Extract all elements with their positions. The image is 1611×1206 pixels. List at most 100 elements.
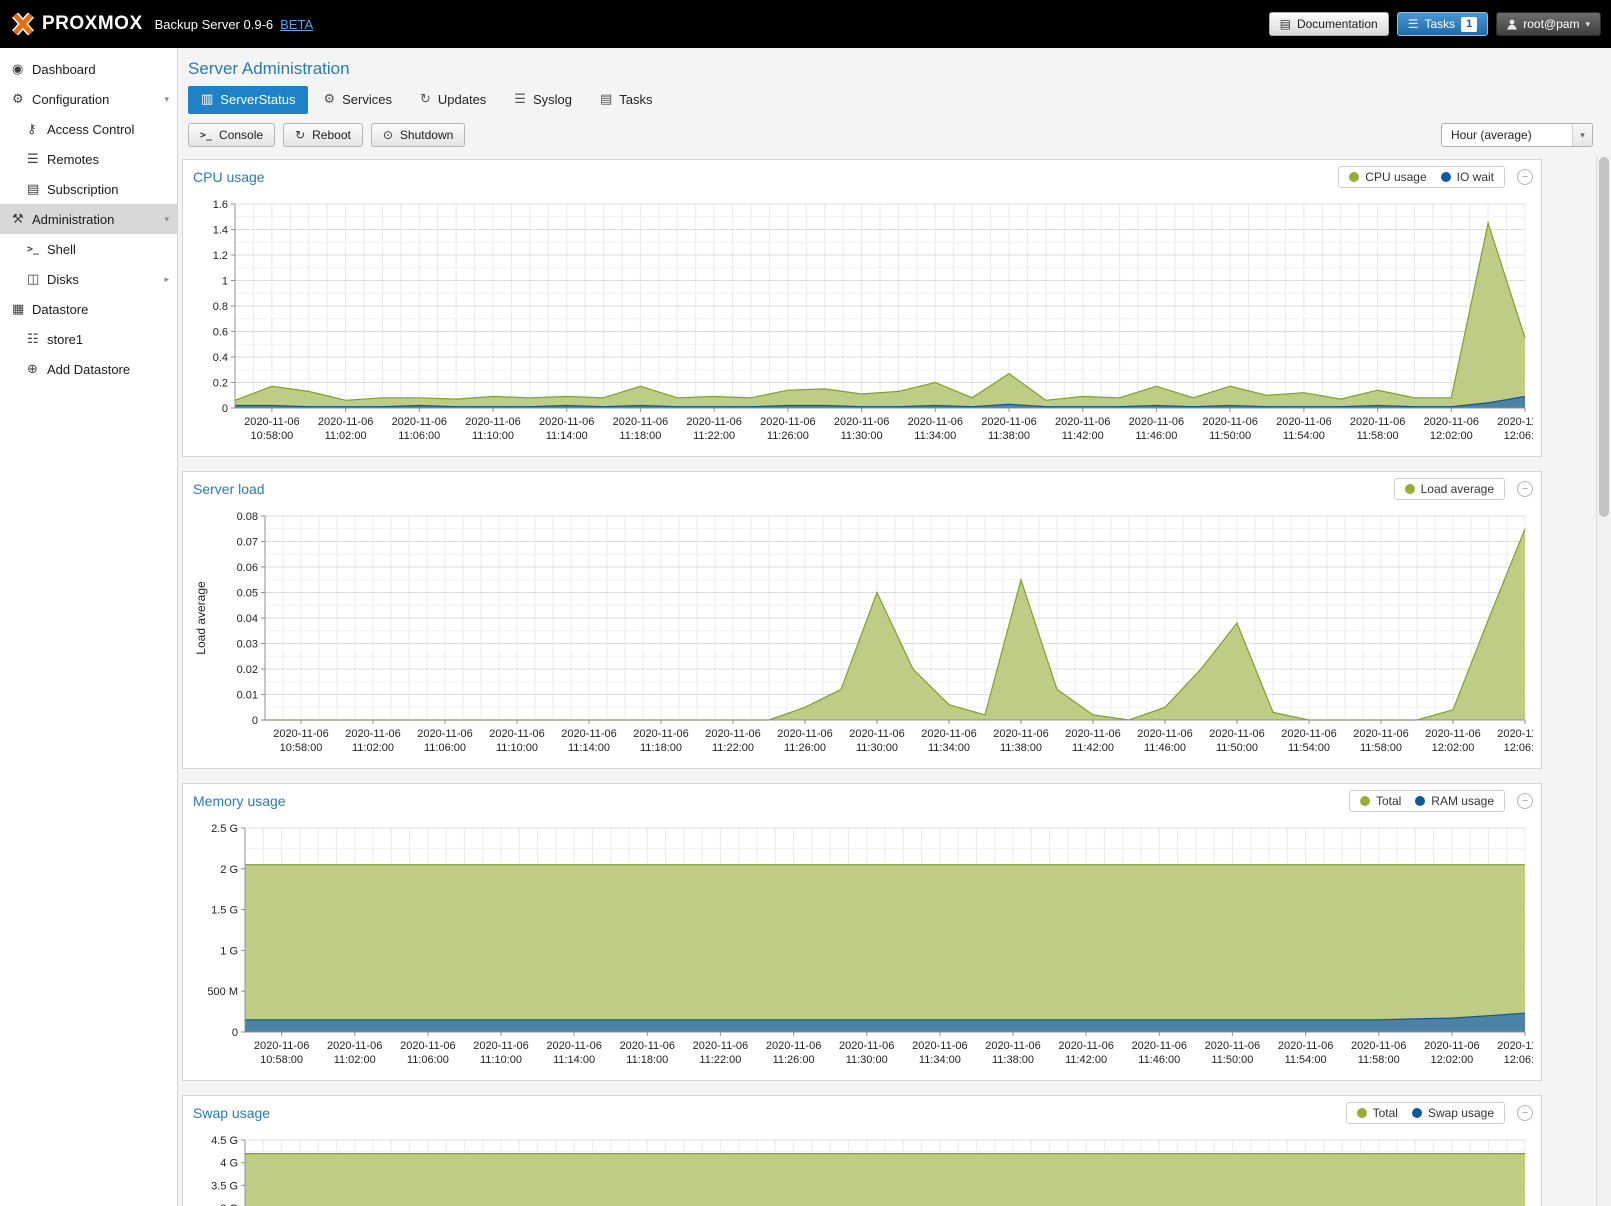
caret-icon: ▸	[164, 274, 169, 285]
tasks-button[interactable]: ☰ Tasks 1	[1397, 12, 1489, 36]
sidebar-item-remotes[interactable]: ☰Remotes	[0, 144, 177, 174]
svg-text:11:54:00: 11:54:00	[1285, 1054, 1327, 1066]
reboot-icon: ↻	[295, 128, 305, 142]
collapse-icon[interactable]: −	[1517, 1105, 1533, 1121]
main-content: Server Administration ▥ServerStatus⚙Serv…	[178, 48, 1611, 1206]
chart-canvas: 00.20.40.60.811.21.41.62020-11-0610:58:0…	[189, 196, 1533, 452]
svg-text:0.8: 0.8	[213, 301, 228, 313]
svg-text:11:18:00: 11:18:00	[626, 1054, 668, 1066]
svg-text:11:50:00: 11:50:00	[1209, 430, 1251, 442]
tab-updates[interactable]: ↻Updates	[407, 86, 499, 114]
svg-text:2020-11-06: 2020-11-06	[1497, 728, 1533, 740]
beta-link[interactable]: BETA	[280, 17, 313, 32]
sidebar-item-subscription[interactable]: ▤Subscription	[0, 174, 177, 204]
svg-text:2020-11-06: 2020-11-06	[392, 416, 447, 428]
collapse-icon[interactable]: −	[1517, 169, 1533, 185]
svg-text:1 G: 1 G	[220, 945, 238, 957]
svg-text:2020-11-06: 2020-11-06	[1129, 416, 1184, 428]
svg-text:11:50:00: 11:50:00	[1216, 742, 1258, 754]
svg-text:11:34:00: 11:34:00	[919, 1054, 961, 1066]
tabs: ▥ServerStatus⚙Services↻Updates☰Syslog▤Ta…	[188, 86, 1611, 114]
legend-label: Total	[1376, 794, 1401, 808]
documentation-button[interactable]: ▤ Documentation	[1269, 12, 1389, 36]
vertical-scrollbar[interactable]	[1596, 155, 1611, 1206]
chart-canvas: 0500 M1 G1.5 G2 G2.5 G2020-11-0610:58:00…	[189, 820, 1533, 1076]
svg-text:0.06: 0.06	[237, 562, 258, 574]
collapse-icon[interactable]: −	[1517, 481, 1533, 497]
svg-text:1: 1	[222, 276, 228, 288]
svg-text:11:46:00: 11:46:00	[1135, 430, 1177, 442]
chart-area: 00.20.40.60.811.21.41.62020-11-0610:58:0…	[183, 194, 1541, 456]
panel-title: Memory usage	[193, 793, 286, 809]
svg-text:11:38:00: 11:38:00	[1000, 742, 1042, 754]
svg-text:11:42:00: 11:42:00	[1065, 1054, 1107, 1066]
svg-text:2020-11-06: 2020-11-06	[1276, 416, 1331, 428]
svg-text:11:14:00: 11:14:00	[546, 430, 588, 442]
tab-label: Services	[342, 92, 392, 107]
sidebar-item-shell[interactable]: >_Shell	[0, 234, 177, 264]
user-menu-button[interactable]: root@pam ▾	[1496, 12, 1601, 36]
shutdown-button[interactable]: ⊙ Shutdown	[371, 123, 465, 147]
legend-item: IO wait	[1441, 170, 1494, 184]
svg-text:11:26:00: 11:26:00	[784, 742, 826, 754]
power-icon: ⊙	[383, 128, 393, 142]
svg-text:11:02:00: 11:02:00	[325, 430, 367, 442]
timeframe-select[interactable]: Hour (average) ▾	[1441, 123, 1593, 147]
svg-text:2020-11-06: 2020-11-06	[400, 1040, 455, 1052]
updates-icon: ↻	[420, 92, 431, 107]
svg-text:2020-11-06: 2020-11-06	[1278, 1040, 1333, 1052]
sidebar-item-label: Remotes	[47, 152, 99, 167]
svg-text:2020-11-06: 2020-11-06	[766, 1040, 821, 1052]
panel-header: Swap usageTotalSwap usage−	[183, 1096, 1541, 1130]
remotes-icon: ☰	[27, 152, 47, 167]
chevron-down-icon: ▾	[1585, 19, 1590, 30]
svg-text:2020-11-06: 2020-11-06	[705, 728, 760, 740]
sidebar-item-access-control[interactable]: ⚷Access Control	[0, 114, 177, 144]
reboot-button[interactable]: ↻ Reboot	[283, 123, 363, 147]
panel-title: CPU usage	[193, 169, 265, 185]
top-bar: PROXMOX Backup Server 0.9-6 BETA ▤ Docum…	[0, 0, 1611, 48]
svg-text:11:58:00: 11:58:00	[1357, 430, 1399, 442]
svg-text:2020-11-06: 2020-11-06	[1353, 728, 1408, 740]
svg-text:2020-11-06: 2020-11-06	[686, 416, 741, 428]
svg-text:11:42:00: 11:42:00	[1062, 430, 1104, 442]
svg-text:11:50:00: 11:50:00	[1211, 1054, 1253, 1066]
legend-dot-icon	[1405, 484, 1415, 494]
sidebar-item-dashboard[interactable]: ◉Dashboard	[0, 54, 177, 84]
svg-text:2020-11-06: 2020-11-06	[993, 728, 1048, 740]
subscription-icon: ▤	[27, 182, 47, 197]
svg-text:1.6: 1.6	[213, 199, 228, 211]
collapse-icon[interactable]: −	[1517, 793, 1533, 809]
svg-text:2020-11-06: 2020-11-06	[921, 728, 976, 740]
tab-services[interactable]: ⚙Services	[310, 86, 405, 114]
legend-label: CPU usage	[1365, 170, 1426, 184]
sidebar-item-store1[interactable]: ☷store1	[0, 324, 177, 354]
access-control-icon: ⚷	[27, 122, 47, 137]
tasks-list-icon: ☰	[1408, 17, 1419, 31]
panel-swap-usage: Swap usageTotalSwap usage−0500 M1 G1.5 G…	[182, 1095, 1542, 1206]
svg-text:12:06:00: 12:06:00	[1504, 430, 1533, 442]
chart-legend: TotalRAM usage	[1349, 790, 1505, 812]
svg-text:2020-11-06: 2020-11-06	[1065, 728, 1120, 740]
console-button[interactable]: >_ Console	[188, 123, 275, 147]
sidebar-item-datastore[interactable]: ▦Datastore	[0, 294, 177, 324]
sidebar-item-administration[interactable]: ⚒Administration▾	[0, 204, 177, 234]
sidebar-item-add-datastore[interactable]: ⊕Add Datastore	[0, 354, 177, 384]
tab-tasks[interactable]: ▤Tasks	[587, 86, 666, 114]
svg-text:2020-11-06: 2020-11-06	[1424, 1040, 1479, 1052]
panel-header: CPU usage CPU usage IO wait −	[183, 160, 1541, 194]
svg-text:11:38:00: 11:38:00	[992, 1054, 1034, 1066]
svg-text:11:34:00: 11:34:00	[914, 430, 956, 442]
tab-syslog[interactable]: ☰Syslog	[501, 86, 585, 114]
svg-text:11:46:00: 11:46:00	[1138, 1054, 1180, 1066]
svg-text:2020-11-06: 2020-11-06	[1205, 1040, 1260, 1052]
svg-text:2020-11-06: 2020-11-06	[1137, 728, 1192, 740]
scrollbar-thumb[interactable]	[1599, 157, 1609, 517]
svg-text:2020-11-06: 2020-11-06	[777, 728, 832, 740]
panel-header: Memory usage TotalRAM usage−	[183, 784, 1541, 818]
sidebar-item-disks[interactable]: ◫Disks▸	[0, 264, 177, 294]
tab-label: Syslog	[533, 92, 572, 107]
sidebar-item-configuration[interactable]: ⚙Configuration▾	[0, 84, 177, 114]
svg-text:11:22:00: 11:22:00	[712, 742, 754, 754]
tab-serverstatus[interactable]: ▥ServerStatus	[188, 86, 308, 114]
